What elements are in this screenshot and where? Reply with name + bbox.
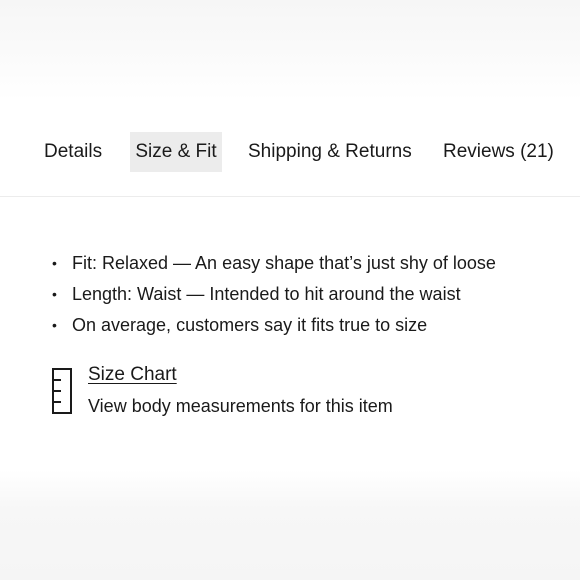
list-item: • Length: Waist — Intended to hit around …	[50, 279, 496, 310]
tab-shipping-returns[interactable]: Shipping & Returns	[248, 132, 412, 172]
true-to-size-item-text: On average, customers say it fits true t…	[72, 315, 428, 335]
size-chart-description: View body measurements for this item	[88, 396, 393, 416]
fit-details-list: • Fit: Relaxed — An easy shape that’s jus…	[50, 248, 496, 341]
size-chart-section: Size Chart View body measurements for th…	[52, 362, 492, 422]
list-item: • Fit: Relaxed — An easy shape that’s jus…	[50, 248, 496, 279]
tab-details[interactable]: Details	[44, 132, 102, 172]
ruler-icon	[52, 368, 72, 414]
tab-reviews[interactable]: Reviews (21)	[443, 132, 554, 172]
product-info-tabs: Details Size & Fit Shipping & Returns Re…	[0, 132, 580, 172]
bottom-background-fade	[0, 470, 580, 580]
bullet-icon: •	[52, 317, 57, 333]
size-chart-link[interactable]: Size Chart	[88, 362, 177, 388]
list-item: • On average, customers say it fits true …	[50, 310, 496, 341]
fit-item-text: Fit: Relaxed — An easy shape that’s just…	[72, 253, 496, 273]
tab-size-fit[interactable]: Size & Fit	[130, 132, 222, 172]
bullet-icon: •	[52, 255, 57, 271]
tabs-divider	[0, 196, 580, 197]
length-item-text: Length: Waist — Intended to hit around t…	[72, 284, 461, 304]
bullet-icon: •	[52, 286, 57, 302]
top-background-fade	[0, 0, 580, 100]
